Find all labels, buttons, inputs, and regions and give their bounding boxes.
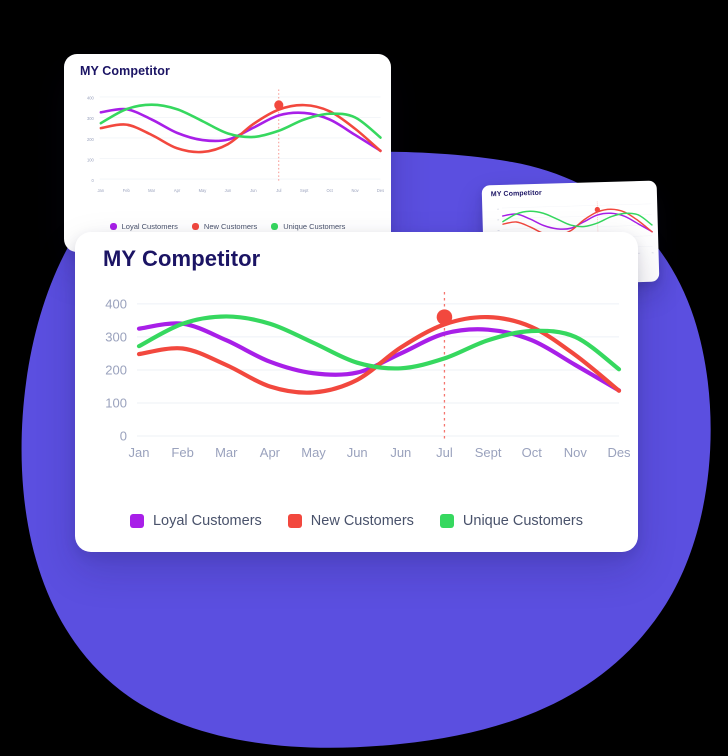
y-axis-tick-label: 200: [87, 137, 94, 142]
legend-swatch-icon: [439, 514, 454, 528]
x-axis-tick-label: Feb: [123, 188, 131, 193]
legend-label: Unique Customers: [462, 513, 583, 529]
x-axis-tick-label: Jun: [250, 188, 257, 193]
legend-item-loyal-customers[interactable]: Loyal Customers: [129, 513, 262, 529]
legend-item-unique-customers[interactable]: Unique Customers: [439, 513, 583, 529]
legend-swatch-icon: [191, 223, 199, 230]
x-axis-tick-label: Jul: [276, 188, 281, 193]
x-axis-tick-label: Nov: [351, 188, 359, 193]
legend-label: New Customers: [203, 222, 258, 231]
gridlines: [99, 96, 381, 180]
legend-item-new-customers[interactable]: New Customers: [287, 513, 414, 529]
chart-legend-main: Loyal Customers New Customers Unique Custo…: [75, 513, 638, 529]
x-axis-tick-label: Jun: [347, 445, 368, 460]
gridlines: [137, 303, 619, 437]
x-axis-tick-label: Des: [377, 188, 384, 193]
y-axis-tick-label: 400: [87, 96, 94, 101]
y-axis-tick-label: 100: [105, 395, 127, 410]
legend-swatch-icon: [109, 223, 117, 230]
x-axis-tick-label: Mar: [215, 445, 238, 460]
series-line-unique-customers: [136, 314, 622, 372]
x-axis-tick-label: Mar: [148, 188, 156, 193]
illustration-stage: MY Competitor 0 100 200 300 400 Jan Feb Mar Apr…: [0, 0, 728, 756]
card-title-main: MY Competitor: [103, 246, 261, 271]
data-point-marker[interactable]: [274, 100, 284, 110]
x-axis-tick-label: May: [301, 445, 326, 460]
legend-item-unique-customers[interactable]: Unique Customers: [271, 222, 345, 231]
chart-card-main: MY Competitor 0 100 200 300 400 Jan Feb Mar Apr…: [75, 232, 638, 552]
y-axis-tick-label: 300: [497, 219, 499, 221]
marker-dot: [274, 100, 284, 110]
x-axis-tick-label: Jun: [390, 445, 411, 460]
y-axis-ticks: 0 100 200 300 400: [105, 296, 127, 443]
card-title-right: MY Competitor: [490, 189, 542, 199]
x-axis-tick-label: Apr: [174, 188, 181, 193]
legend-swatch-icon: [271, 223, 279, 230]
x-axis-tick-label: Oct: [522, 445, 543, 460]
y-axis-tick-label: 400: [497, 209, 499, 211]
legend-item-loyal-customers[interactable]: Loyal Customers: [109, 222, 178, 231]
series-lines: [136, 314, 622, 395]
y-axis-tick-label: 0: [92, 178, 95, 183]
chart-legend-topleft: Loyal Customers New Customers Unique Custo…: [64, 222, 391, 231]
legend-label: Loyal Customers: [152, 513, 262, 529]
series-line-unique-customers: [99, 103, 382, 139]
x-axis-tick-label: Des: [607, 445, 631, 460]
y-axis-tick-label: 200: [105, 362, 127, 377]
marker-dot: [436, 309, 453, 325]
x-axis-tick-label: Des: [652, 252, 654, 254]
card-title-topleft: MY Competitor: [80, 64, 170, 78]
x-axis-tick-label: Oct: [326, 188, 333, 193]
legend-label: Unique Customers: [283, 222, 346, 231]
y-axis-tick-label: 300: [105, 329, 127, 344]
y-axis-tick-label: 0: [120, 429, 127, 444]
y-axis-tick-label: 300: [87, 116, 94, 121]
data-point-marker[interactable]: [436, 309, 453, 325]
legend-label: New Customers: [310, 513, 414, 529]
x-axis-tick-label: Apr: [260, 445, 281, 460]
x-axis-tick-label: Jul: [436, 445, 453, 460]
x-axis-tick-label: Nov: [638, 252, 640, 254]
x-axis-tick-label: Nov: [564, 445, 588, 460]
chart-svg-main: 0 100 200 300 400 Jan Feb Mar Apr May Jun Jun Jul Se…: [105, 292, 631, 460]
x-axis-ticks: Jan Feb Mar Apr May Jun Jun Jul Sept Oct Nov Des: [98, 188, 385, 193]
line-chart-topleft: 0 100 200 300 400 Jan Feb Mar Apr May Jun Jun Jul Se…: [74, 87, 384, 199]
x-axis-ticks: Jan Feb Mar Apr May Jun Jun Jul Sept Oct Nov Des: [129, 445, 632, 460]
legend-swatch-icon: [287, 514, 302, 528]
x-axis-tick-label: Feb: [171, 445, 193, 460]
y-axis-tick-label: 400: [105, 296, 127, 311]
line-chart-main: 0 100 200 300 400 Jan Feb Mar Apr May Jun Jun Jul Se…: [93, 288, 631, 468]
series-line-new-customers: [136, 314, 622, 395]
x-axis-tick-label: Jun: [225, 188, 232, 193]
y-axis-tick-label: 100: [87, 157, 94, 162]
x-axis-tick-label: Jan: [129, 445, 150, 460]
gridline: [501, 203, 652, 209]
x-axis-tick-label: Sept: [475, 445, 502, 460]
legend-swatch-icon: [129, 514, 144, 528]
chart-card-topleft: MY Competitor 0 100 200 300 400 Jan Feb Mar Apr…: [64, 54, 391, 252]
legend-item-new-customers[interactable]: New Customers: [191, 222, 258, 231]
x-axis-tick-label: May: [199, 188, 208, 193]
x-axis-tick-label: Jan: [98, 188, 105, 193]
y-axis-ticks: 0 100 200 300 400: [87, 96, 94, 183]
series-lines: [99, 103, 382, 154]
chart-svg-topleft: 0 100 200 300 400 Jan Feb Mar Apr May Jun Jun Jul Se…: [87, 89, 385, 193]
x-axis-tick-label: Sept: [300, 188, 309, 193]
series-line-new-customers: [99, 103, 382, 154]
legend-label: Loyal Customers: [121, 222, 178, 231]
